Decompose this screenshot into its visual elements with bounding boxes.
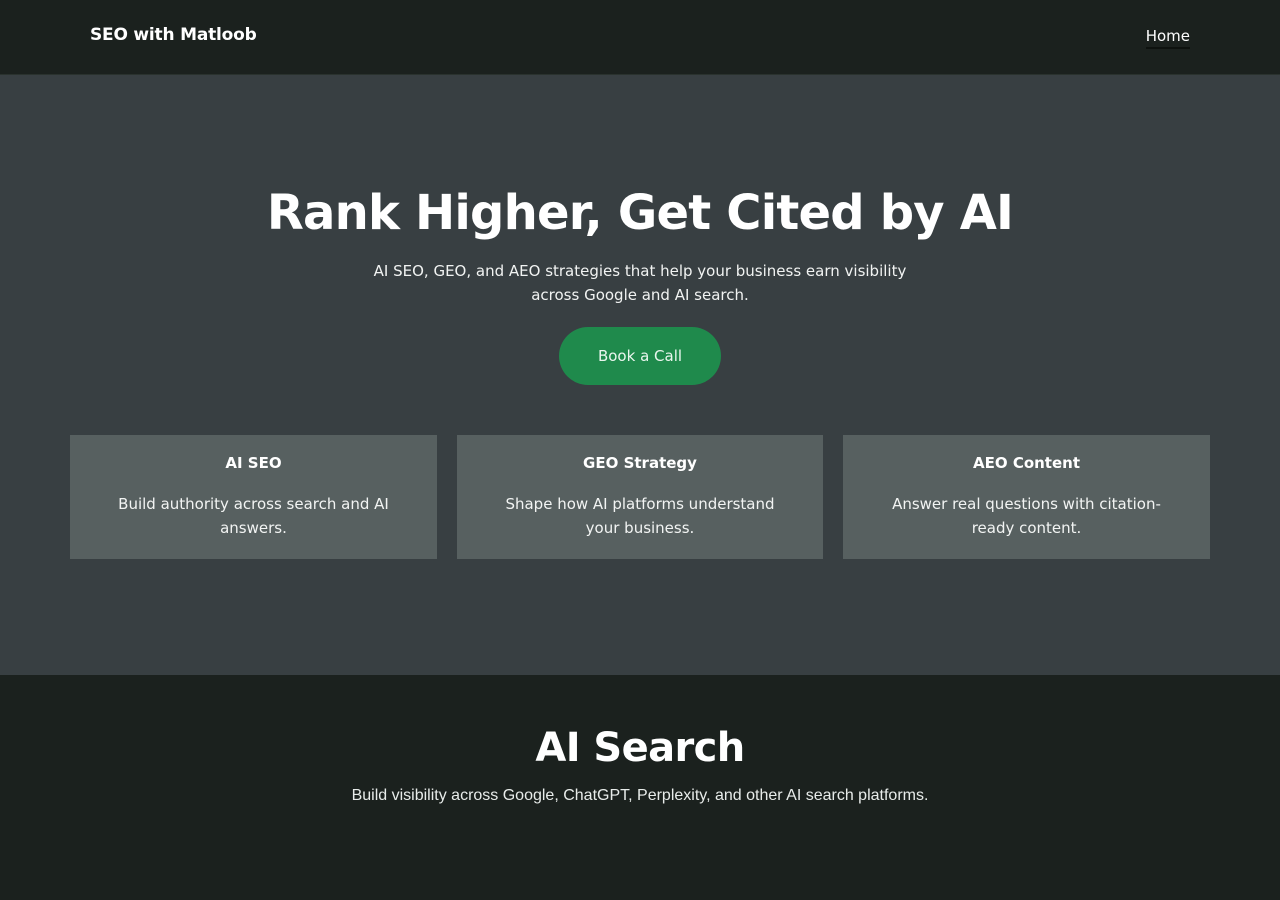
card-title: AI SEO bbox=[225, 454, 282, 472]
hero-subtitle: AI SEO, GEO, and AEO strategies that hel… bbox=[373, 262, 907, 304]
hero-title: Rank Higher, Get Cited by AI bbox=[266, 185, 1014, 241]
nav-link-home[interactable]: Home bbox=[1145, 27, 1190, 49]
section-title: AI Search bbox=[535, 725, 745, 771]
hero-section: Rank Higher, Get Cited by AI AI SEO, GEO… bbox=[0, 75, 1280, 675]
service-card-geo-strategy: GEO Strategy Shape how AI platforms unde… bbox=[457, 435, 823, 559]
card-title: AEO Content bbox=[972, 454, 1080, 472]
card-text: Answer real questions with citation-read… bbox=[892, 495, 1161, 537]
service-card-aeo-content: AEO Content Answer real questions with c… bbox=[843, 435, 1210, 559]
card-text: Shape how AI platforms understand your b… bbox=[505, 495, 775, 537]
service-card-ai-seo: AI SEO Build authority across search and… bbox=[70, 435, 437, 559]
ai-search-section: AI Search Build visibility across Google… bbox=[0, 675, 1280, 900]
site-header: SEO with Matloob Home bbox=[0, 0, 1280, 75]
section-subtitle: Build visibility across Google, ChatGPT,… bbox=[351, 787, 929, 804]
card-title: GEO Strategy bbox=[583, 454, 697, 472]
book-a-call-button[interactable]: Book a Call bbox=[559, 327, 721, 385]
brand-logo-link[interactable]: SEO with Matloob bbox=[90, 25, 257, 45]
card-text: Build authority across search and AI ans… bbox=[118, 495, 389, 537]
